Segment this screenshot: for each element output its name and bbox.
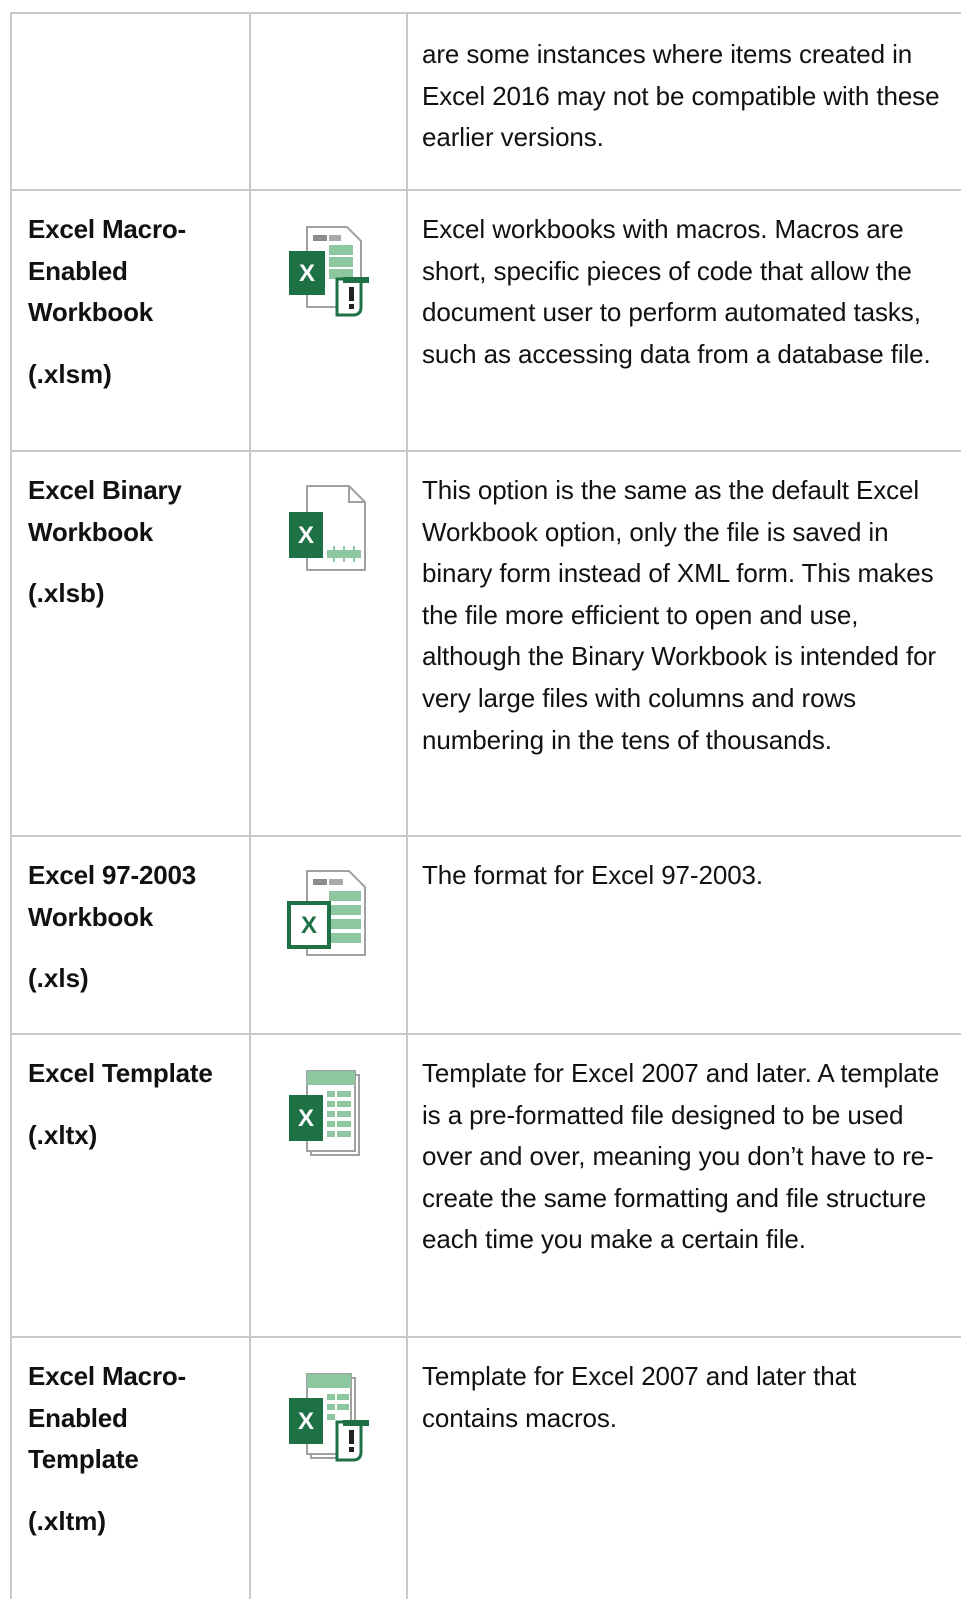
format-name-cell: Excel Template (.xltx): [10, 1033, 251, 1338]
format-icon-cell: X: [249, 450, 408, 837]
excel-macro-workbook-icon: X: [285, 223, 375, 319]
svg-text:X: X: [301, 912, 317, 939]
format-name-cell: Excel Macro-Enabled Template (.xltm): [10, 1336, 251, 1599]
format-description: This option is the same as the default E…: [422, 475, 936, 755]
svg-text:X: X: [298, 522, 314, 549]
table-row: Excel 97-2003 Workbook (.xls) X The form…: [10, 835, 961, 1035]
format-description: Template for Excel 2007 and later that c…: [422, 1361, 857, 1433]
format-name: Excel Macro-Enabled Workbook: [28, 214, 187, 327]
table-row: Excel Macro-Enabled Template (.xltm) X T…: [10, 1336, 961, 1599]
excel-template-icon: X: [285, 1067, 375, 1163]
format-description-cell: This option is the same as the default E…: [406, 450, 961, 837]
file-format-table: are some instances where items created i…: [10, 12, 961, 1599]
table-row: Excel Template (.xltx) X Template for Ex…: [10, 1033, 961, 1338]
format-name: Excel 97-2003 Workbook: [28, 860, 196, 932]
format-extension: (.xlsm): [28, 358, 112, 389]
format-name-cell: Excel Binary Workbook (.xlsb): [10, 450, 251, 837]
format-description-cell: are some instances where items created i…: [406, 12, 961, 191]
format-extension: (.xltm): [28, 1505, 106, 1536]
format-icon-cell: X: [249, 1336, 408, 1599]
excel-binary-workbook-icon: X: [285, 484, 375, 580]
format-description: Template for Excel 2007 and later. A tem…: [422, 1058, 940, 1255]
excel-macro-template-icon: X: [285, 1370, 375, 1466]
format-description-cell: Excel workbooks with macros. Macros are …: [406, 189, 961, 452]
format-description-cell: Template for Excel 2007 and later that c…: [406, 1336, 961, 1599]
format-name: Excel Template: [28, 1058, 213, 1088]
format-extension: (.xlsb): [28, 578, 105, 608]
svg-text:X: X: [298, 1408, 314, 1435]
format-name-cell: Excel 97-2003 Workbook (.xls): [10, 835, 251, 1035]
svg-text:X: X: [298, 1105, 314, 1132]
format-description-cell: The format for Excel 97-2003.: [406, 835, 961, 1035]
table-row: Excel Binary Workbook (.xlsb) X This opt…: [10, 450, 961, 837]
table-row: Excel Macro-Enabled Workbook (.xlsm) X E…: [10, 189, 961, 452]
format-name-cell: [10, 12, 251, 191]
format-icon-cell: X: [249, 189, 408, 452]
format-description-cell: Template for Excel 2007 and later. A tem…: [406, 1033, 961, 1338]
format-name: Excel Macro-Enabled Template: [28, 1361, 187, 1474]
format-icon-cell: X: [249, 1033, 408, 1338]
format-extension: (.xls): [28, 963, 89, 993]
svg-text:X: X: [299, 260, 315, 287]
format-description: are some instances where items created i…: [422, 39, 940, 153]
format-icon-cell: [249, 12, 408, 191]
format-icon-cell: X: [249, 835, 408, 1035]
format-description: The format for Excel 97-2003.: [422, 860, 764, 890]
format-description: Excel workbooks with macros. Macros are …: [422, 214, 931, 369]
table-row: are some instances where items created i…: [10, 12, 961, 191]
format-name: Excel Binary Workbook: [28, 475, 182, 547]
format-name-cell: Excel Macro-Enabled Workbook (.xlsm): [10, 189, 251, 452]
excel-97-2003-workbook-icon: X: [285, 869, 375, 965]
format-extension: (.xltx): [28, 1119, 98, 1150]
